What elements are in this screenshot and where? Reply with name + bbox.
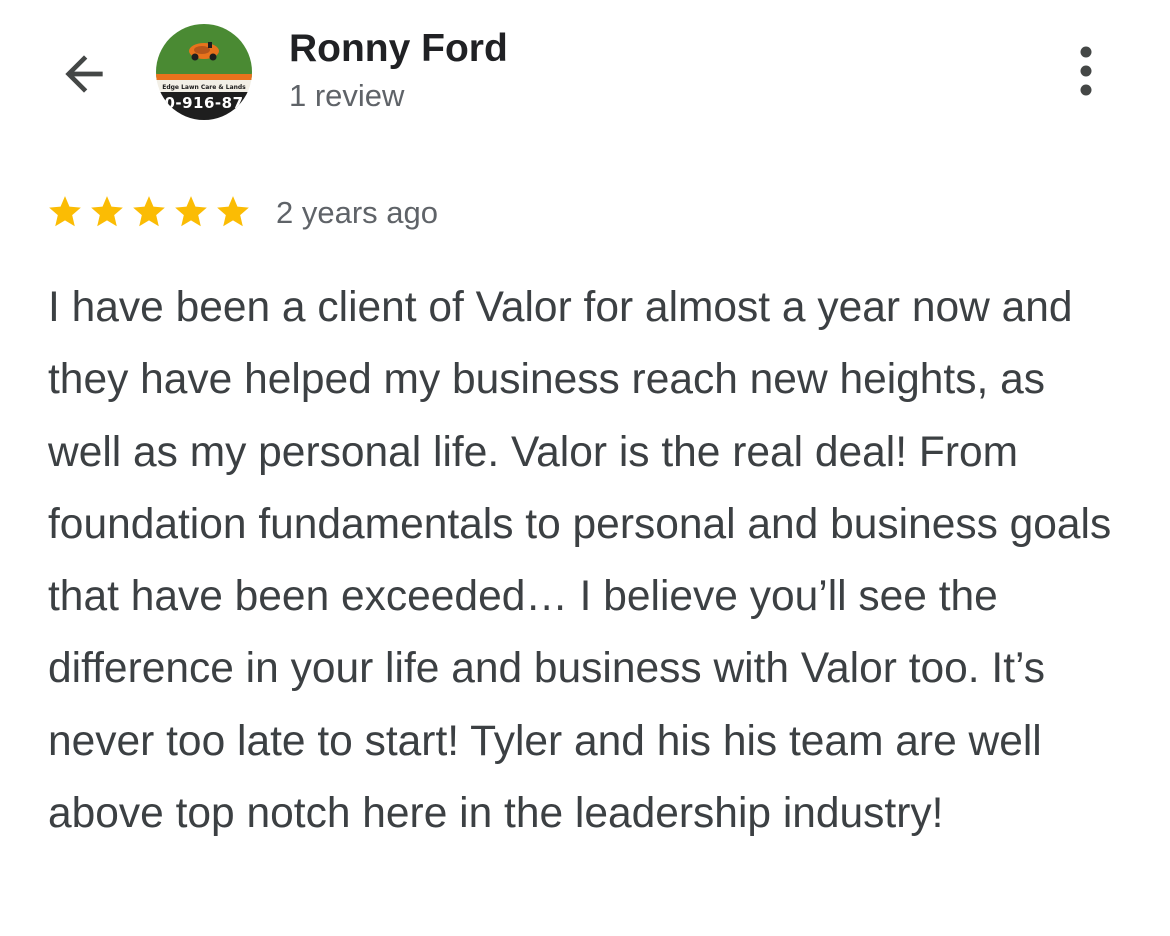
star-icon (91, 196, 123, 227)
review-timestamp: 2 years ago (276, 195, 438, 230)
star-icon (49, 196, 81, 227)
star-icon (133, 196, 165, 227)
avatar-phone-text: 0-916-87 (164, 94, 244, 112)
reviewer-name[interactable]: Ronny Ford (289, 26, 508, 72)
avatar-banner-text: Edge Lawn Care & Lands (162, 83, 246, 91)
avatar-banner: Edge Lawn Care & Lands (156, 82, 252, 92)
back-button[interactable] (52, 42, 116, 106)
more-vert-icon (1080, 46, 1092, 96)
arrow-back-icon (65, 55, 103, 93)
star-rating (46, 193, 256, 231)
review-count[interactable]: 1 review (289, 78, 404, 114)
review-text: I have been a client of Valor for almost… (48, 284, 1112, 838)
star-icon (175, 196, 207, 227)
avatar[interactable]: Edge Lawn Care & Lands 0-916-87 (156, 24, 252, 120)
more-options-button[interactable] (1062, 40, 1110, 102)
star-icon (217, 196, 249, 227)
